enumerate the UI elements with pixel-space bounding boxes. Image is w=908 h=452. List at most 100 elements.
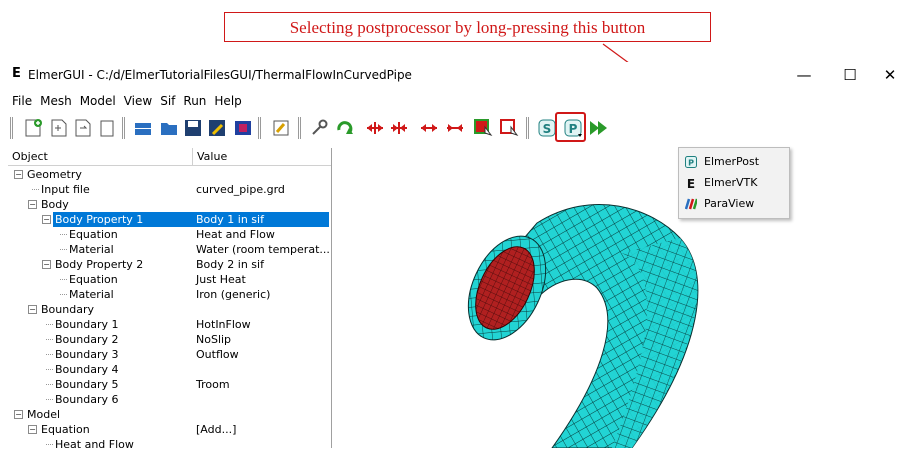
select-edge-icon[interactable]	[498, 117, 520, 139]
elmerpost-icon: P	[685, 156, 697, 168]
tree-row-label: Geometry	[27, 168, 82, 181]
menu-item-elmervtk[interactable]: E ElmerVTK	[679, 173, 789, 193]
menu-run[interactable]: Run	[179, 91, 210, 111]
tree-row[interactable]: Equation Just Heat	[8, 272, 331, 287]
colored-gradient-icon[interactable]	[232, 117, 254, 139]
tree-row-value: curved_pipe.grd	[196, 183, 285, 196]
menu-help[interactable]: Help	[210, 91, 245, 111]
tree-connector	[46, 399, 53, 400]
tree-row[interactable]: − Geometry	[8, 167, 331, 182]
tree-row-value: Body 2 in sif	[196, 258, 264, 271]
column-divider[interactable]	[192, 148, 193, 165]
tree-row[interactable]: − Body Property 2 Body 2 in sif	[8, 257, 331, 272]
stretch-icon[interactable]	[418, 117, 440, 139]
object-tree: Object Value − Geometry Input file curved_p…	[8, 148, 332, 448]
tree-row[interactable]: Equation Heat and Flow	[8, 227, 331, 242]
load-mesh-icon[interactable]	[72, 117, 94, 139]
elmer-logo-icon: E	[12, 66, 21, 81]
new-document-icon[interactable]	[22, 117, 44, 139]
expand-toggle-icon[interactable]: −	[42, 260, 51, 269]
toolbar-separator	[298, 117, 301, 139]
paraview-icon	[685, 198, 697, 210]
tree-row-label: Boundary 4	[55, 363, 119, 376]
tree-row-label: Boundary 2	[55, 333, 119, 346]
open-project-icon[interactable]	[132, 117, 154, 139]
tree-connector	[46, 339, 53, 340]
menu-mesh[interactable]: Mesh	[36, 91, 76, 111]
toolbar-separator	[526, 117, 529, 139]
toolbar: S P	[8, 113, 908, 143]
minimize-button[interactable]: —	[784, 64, 824, 86]
expand-toggle-icon[interactable]: −	[28, 200, 37, 209]
menu-model[interactable]: Model	[76, 91, 120, 111]
divide-horizontal-icon[interactable]	[364, 117, 386, 139]
shrink-icon[interactable]	[444, 117, 466, 139]
save-as-icon[interactable]	[206, 117, 228, 139]
tree-row[interactable]: Material Iron (generic)	[8, 287, 331, 302]
postprocessor-menu: P ElmerPost E ElmerVTK ParaView	[678, 147, 790, 219]
tree-row-label: Boundary 1	[55, 318, 119, 331]
select-surface-icon[interactable]	[472, 117, 494, 139]
tree-header: Object Value	[8, 148, 331, 166]
svg-text:S: S	[543, 122, 552, 136]
tree-row[interactable]: − Model	[8, 407, 331, 422]
window-title: ElmerGUI - C:/d/ElmerTutorialFilesGUI/Th…	[28, 68, 412, 82]
menu-item-paraview[interactable]: ParaView	[679, 194, 789, 214]
tree-row[interactable]: Boundary 4	[8, 362, 331, 377]
expand-toggle-icon[interactable]: −	[28, 425, 37, 434]
wrench-icon[interactable]	[308, 117, 330, 139]
menu-item-label: ElmerPost	[704, 155, 760, 168]
col-object-header[interactable]: Object	[12, 150, 48, 163]
page-icon[interactable]	[96, 117, 118, 139]
pipe-mesh-render	[467, 203, 699, 449]
expand-toggle-icon[interactable]: −	[14, 410, 23, 419]
expand-toggle-icon[interactable]: −	[42, 215, 51, 224]
refresh-icon[interactable]	[334, 117, 356, 139]
tree-row-label: Material	[69, 243, 114, 256]
svg-text:E: E	[687, 177, 695, 189]
run-icon[interactable]	[588, 117, 610, 139]
save-icon[interactable]	[182, 117, 204, 139]
tree-connector	[60, 234, 67, 235]
maximize-button[interactable]: ☐	[830, 64, 870, 86]
menu-item-elmerpost[interactable]: P ElmerPost	[679, 152, 789, 172]
tree-row[interactable]: − Body	[8, 197, 331, 212]
tree-row[interactable]: Boundary 3 Outflow	[8, 347, 331, 362]
tree-row[interactable]: Material Water (room temperat...	[8, 242, 331, 257]
toolbar-separator	[10, 117, 13, 139]
tree-row[interactable]: Boundary 6	[8, 392, 331, 407]
tree-row-value: Troom	[196, 378, 230, 391]
tree-row[interactable]: Boundary 2 NoSlip	[8, 332, 331, 347]
col-value-header[interactable]: Value	[197, 150, 227, 163]
tree-row-value: Just Heat	[196, 273, 246, 286]
tree-row-value: Heat and Flow	[196, 228, 275, 241]
open-file-icon[interactable]	[48, 117, 70, 139]
tree-row[interactable]: − Boundary	[8, 302, 331, 317]
tree-row-label: Model	[27, 408, 61, 421]
tree-row[interactable]: Boundary 5 Troom	[8, 377, 331, 392]
menu-file[interactable]: File	[8, 91, 36, 111]
mesh-view[interactable]	[332, 148, 908, 449]
expand-toggle-icon[interactable]: −	[14, 170, 23, 179]
menu-bar: File Mesh Model View Sif Run Help	[8, 90, 908, 110]
tree-row[interactable]: Heat and Flow	[8, 437, 331, 448]
tree-row-value: Outflow	[196, 348, 239, 361]
join-horizontal-icon[interactable]	[388, 117, 410, 139]
tree-row-label: Boundary	[41, 303, 94, 316]
tree-row[interactable]: Input file curved_pipe.grd	[8, 182, 331, 197]
tree-row-label: Input file	[41, 183, 90, 196]
title-bar: E ElmerGUI - C:/d/ElmerTutorialFilesGUI/…	[8, 62, 908, 88]
tree-connector	[60, 294, 67, 295]
tree-row[interactable]: − Equation [Add...]	[8, 422, 331, 437]
menu-item-label: ParaView	[704, 197, 755, 210]
close-button[interactable]: ✕	[870, 64, 908, 86]
menu-sif[interactable]: Sif	[156, 91, 179, 111]
expand-toggle-icon[interactable]: −	[28, 305, 37, 314]
edit-sif-icon[interactable]	[270, 117, 292, 139]
tree-row[interactable]: Boundary 1 HotInFlow	[8, 317, 331, 332]
folder-icon[interactable]	[158, 117, 180, 139]
menu-view[interactable]: View	[120, 91, 156, 111]
tree-connector	[46, 384, 53, 385]
tree-connector	[60, 249, 67, 250]
tree-row[interactable]: − Body Property 1 Body 1 in sif	[8, 212, 331, 227]
